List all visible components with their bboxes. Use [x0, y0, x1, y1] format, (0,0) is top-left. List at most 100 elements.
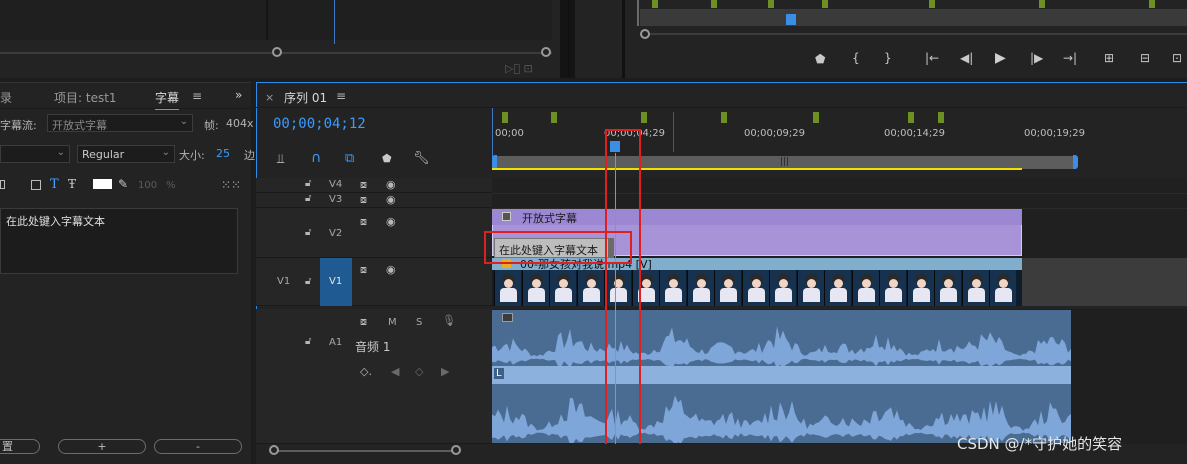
add-caption-button[interactable]: + — [58, 439, 146, 454]
eye-icon[interactable]: ◉ — [386, 263, 396, 276]
text-fill-icon[interactable]: T — [50, 177, 59, 192]
toggle-sync-icon[interactable]: ⧇ — [360, 215, 367, 229]
work-area-start-handle[interactable] — [492, 155, 497, 169]
tab-project[interactable]: 项目: test1 — [54, 89, 117, 106]
snap-icon[interactable]: ∩ — [311, 150, 321, 166]
solo-button[interactable]: S — [416, 317, 422, 328]
marker-icon[interactable] — [768, 0, 774, 8]
tab-partial[interactable]: 录 — [0, 89, 12, 106]
hamburger-icon[interactable]: ≡ — [336, 89, 346, 103]
go-to-in-icon[interactable]: |← — [925, 51, 939, 65]
step-forward-icon[interactable]: |▶ — [1030, 51, 1043, 65]
tab-captions[interactable]: 字幕 — [155, 89, 180, 110]
mute-button[interactable]: M — [388, 317, 397, 328]
double-chevron-right-icon[interactable]: » — [235, 88, 242, 102]
remove-caption-button[interactable]: - — [154, 439, 242, 454]
thumbnail-figure — [555, 288, 572, 302]
mark-out-icon[interactable]: } — [884, 51, 892, 65]
caption-stream-dropdown[interactable]: 开放式字幕 ⌄ — [47, 114, 193, 132]
background-color-icon[interactable] — [0, 180, 5, 189]
playhead-timecode[interactable]: 00;00;04;12 — [273, 116, 366, 132]
wrench-icon[interactable]: 🔧︎ — [413, 151, 430, 166]
export-frame-icon[interactable]: ▷⃞ ⊡ — [505, 62, 533, 75]
toggle-sync-icon[interactable]: ⧇ — [360, 193, 367, 207]
scroll-handle-left[interactable] — [269, 445, 279, 455]
lock-icon[interactable]: 🔓︎ — [305, 193, 311, 204]
scroll-handle-left[interactable] — [272, 47, 282, 57]
timeline-scrollbar[interactable] — [270, 450, 458, 452]
font-style-dropdown[interactable]: Regular ⌄ — [77, 145, 175, 163]
eye-icon[interactable]: ◉ — [386, 215, 396, 228]
video-thumbnail — [741, 270, 769, 306]
text-edge-icon[interactable]: Ŧ — [68, 177, 76, 191]
color-swatch[interactable] — [93, 179, 112, 189]
toggle-sync-icon[interactable]: ⧇ — [360, 178, 367, 192]
source-patch-v1[interactable]: V1 — [277, 276, 290, 287]
edge-icon[interactable] — [31, 180, 41, 190]
waveform-left — [492, 326, 1071, 369]
marker-icon[interactable] — [652, 0, 658, 8]
toggle-sync-icon[interactable]: ⧇ — [360, 263, 367, 277]
marker-icon[interactable] — [1149, 0, 1155, 8]
add-keyframe-icon[interactable]: ◇ — [415, 365, 423, 378]
previous-keyframe-icon[interactable]: ◀ — [391, 365, 399, 378]
nest-icon[interactable]: ⫫ — [277, 152, 284, 167]
hamburger-icon[interactable]: ≡ — [192, 89, 202, 103]
target-track-v1[interactable]: V1 — [320, 258, 352, 306]
marker-icon[interactable] — [908, 112, 914, 123]
linked-selection-icon[interactable]: ⧉ — [345, 151, 354, 166]
mark-in-icon[interactable]: { — [852, 51, 860, 65]
scroll-handle-right[interactable] — [541, 47, 551, 57]
step-back-icon[interactable]: ◀| — [960, 51, 973, 65]
keyframe-mode-icon[interactable]: ◇. — [360, 365, 372, 378]
next-keyframe-icon[interactable]: ▶ — [441, 365, 449, 378]
eye-icon[interactable]: ◉ — [386, 193, 396, 206]
add-marker-icon[interactable]: ⬟ — [815, 52, 825, 66]
settings-button[interactable]: 置 — [0, 439, 40, 454]
font-size-value[interactable]: 25 — [216, 147, 230, 160]
play-icon[interactable]: ▶ — [995, 50, 1006, 66]
marker-icon[interactable] — [711, 0, 717, 8]
marker-icon[interactable] — [938, 112, 944, 123]
ruler-divider — [673, 112, 674, 152]
scroll-handle-right[interactable] — [451, 445, 461, 455]
marker-icon[interactable] — [502, 112, 508, 123]
lock-icon[interactable]: 🔓︎ — [305, 276, 311, 287]
toggle-sync-icon[interactable]: ⧇ — [360, 315, 367, 329]
marker-icon[interactable] — [721, 112, 727, 123]
export-frame-icon[interactable]: ⊡ — [1172, 51, 1182, 65]
channel-label: L — [494, 368, 504, 379]
sequence-tab-title[interactable]: 序列 01 — [284, 89, 327, 106]
lock-icon[interactable]: 🔓︎ — [305, 227, 311, 238]
work-area-end-handle[interactable] — [1073, 155, 1078, 169]
marker-icon[interactable] — [551, 112, 557, 123]
track-label-v3: V3 — [329, 194, 343, 205]
program-timebar[interactable] — [640, 9, 1187, 26]
marker-icon[interactable] — [929, 0, 935, 8]
font-family-dropdown[interactable]: ⌄ — [0, 145, 70, 163]
chevron-down-icon: ⌄ — [161, 147, 170, 158]
lock-icon[interactable]: 🔓︎ — [305, 178, 311, 189]
lift-icon[interactable]: ⊞ — [1104, 51, 1114, 65]
program-playhead[interactable] — [786, 14, 796, 25]
extract-icon[interactable]: ⊟ — [1140, 51, 1150, 65]
marker-icon[interactable] — [641, 112, 647, 123]
program-scrollbar-track[interactable] — [640, 33, 1187, 35]
go-to-out-icon[interactable]: →| — [1063, 51, 1077, 65]
opacity-value[interactable]: 100 — [138, 180, 157, 191]
eyedropper-icon[interactable]: ✎ — [118, 177, 128, 191]
close-tab-icon[interactable]: × — [265, 91, 274, 104]
grip-icon[interactable]: ||| — [780, 157, 789, 167]
position-grid-icon[interactable]: ⁙⁙ — [221, 178, 241, 192]
thumbnail-figure — [806, 279, 816, 288]
lock-icon[interactable]: 🔓︎ — [305, 336, 311, 347]
microphone-icon[interactable]: 🎙︎ — [442, 314, 456, 327]
add-marker-icon[interactable]: ⬟ — [382, 152, 392, 165]
marker-icon[interactable] — [822, 0, 828, 8]
scroll-handle-left[interactable] — [640, 29, 650, 39]
marker-icon[interactable] — [1039, 0, 1045, 8]
eye-icon[interactable]: ◉ — [386, 178, 396, 191]
marker-icon[interactable] — [813, 112, 819, 123]
caption-text: 在此处键入字幕文本 — [6, 215, 105, 228]
caption-text-area[interactable]: 在此处键入字幕文本 — [0, 208, 238, 274]
